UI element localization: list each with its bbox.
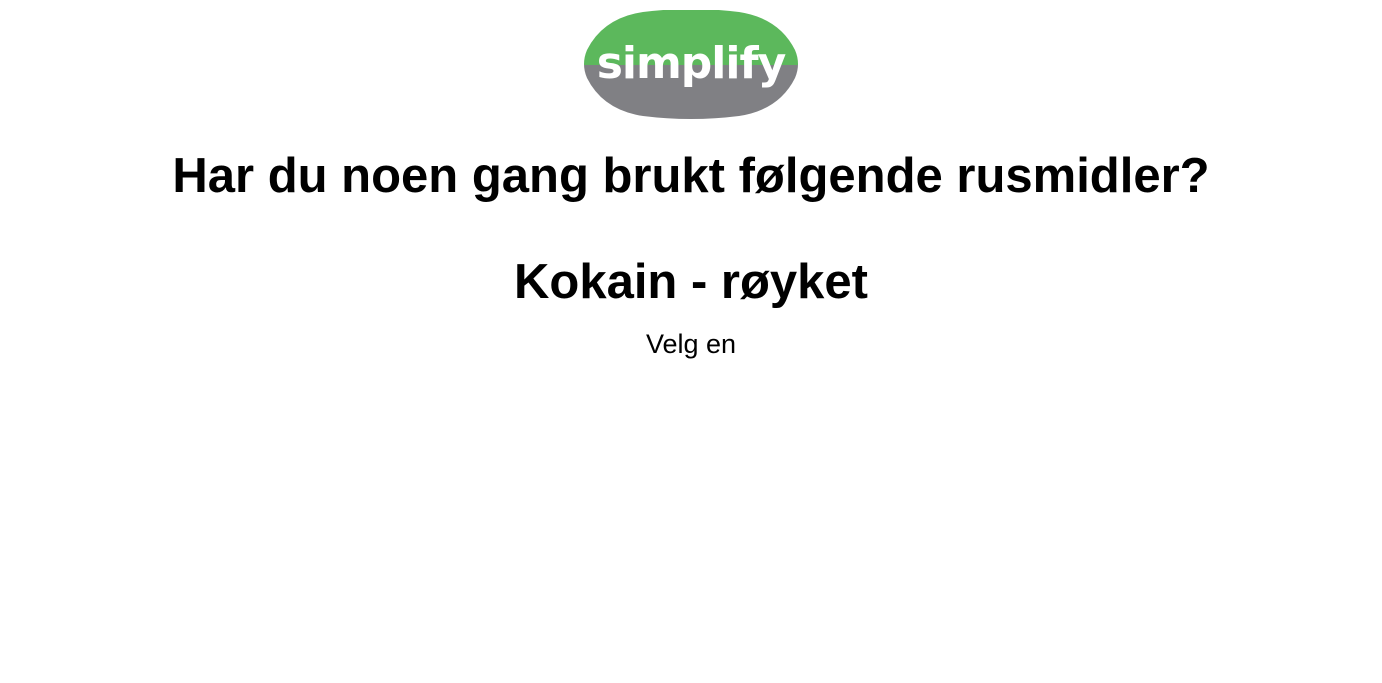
logo-wordmark: simplify [597, 38, 786, 89]
select-one-prompt: Velg en [645, 329, 737, 359]
logo-badge: simplify [584, 10, 798, 119]
question-title: Har du noen gang brukt følgende rusmidle… [172, 149, 1210, 203]
survey-page: simplify Har du noen gang brukt følgende… [0, 0, 1382, 683]
substance-heading: Kokain - røyket [514, 255, 868, 309]
simplify-logo: simplify [583, 10, 799, 119]
